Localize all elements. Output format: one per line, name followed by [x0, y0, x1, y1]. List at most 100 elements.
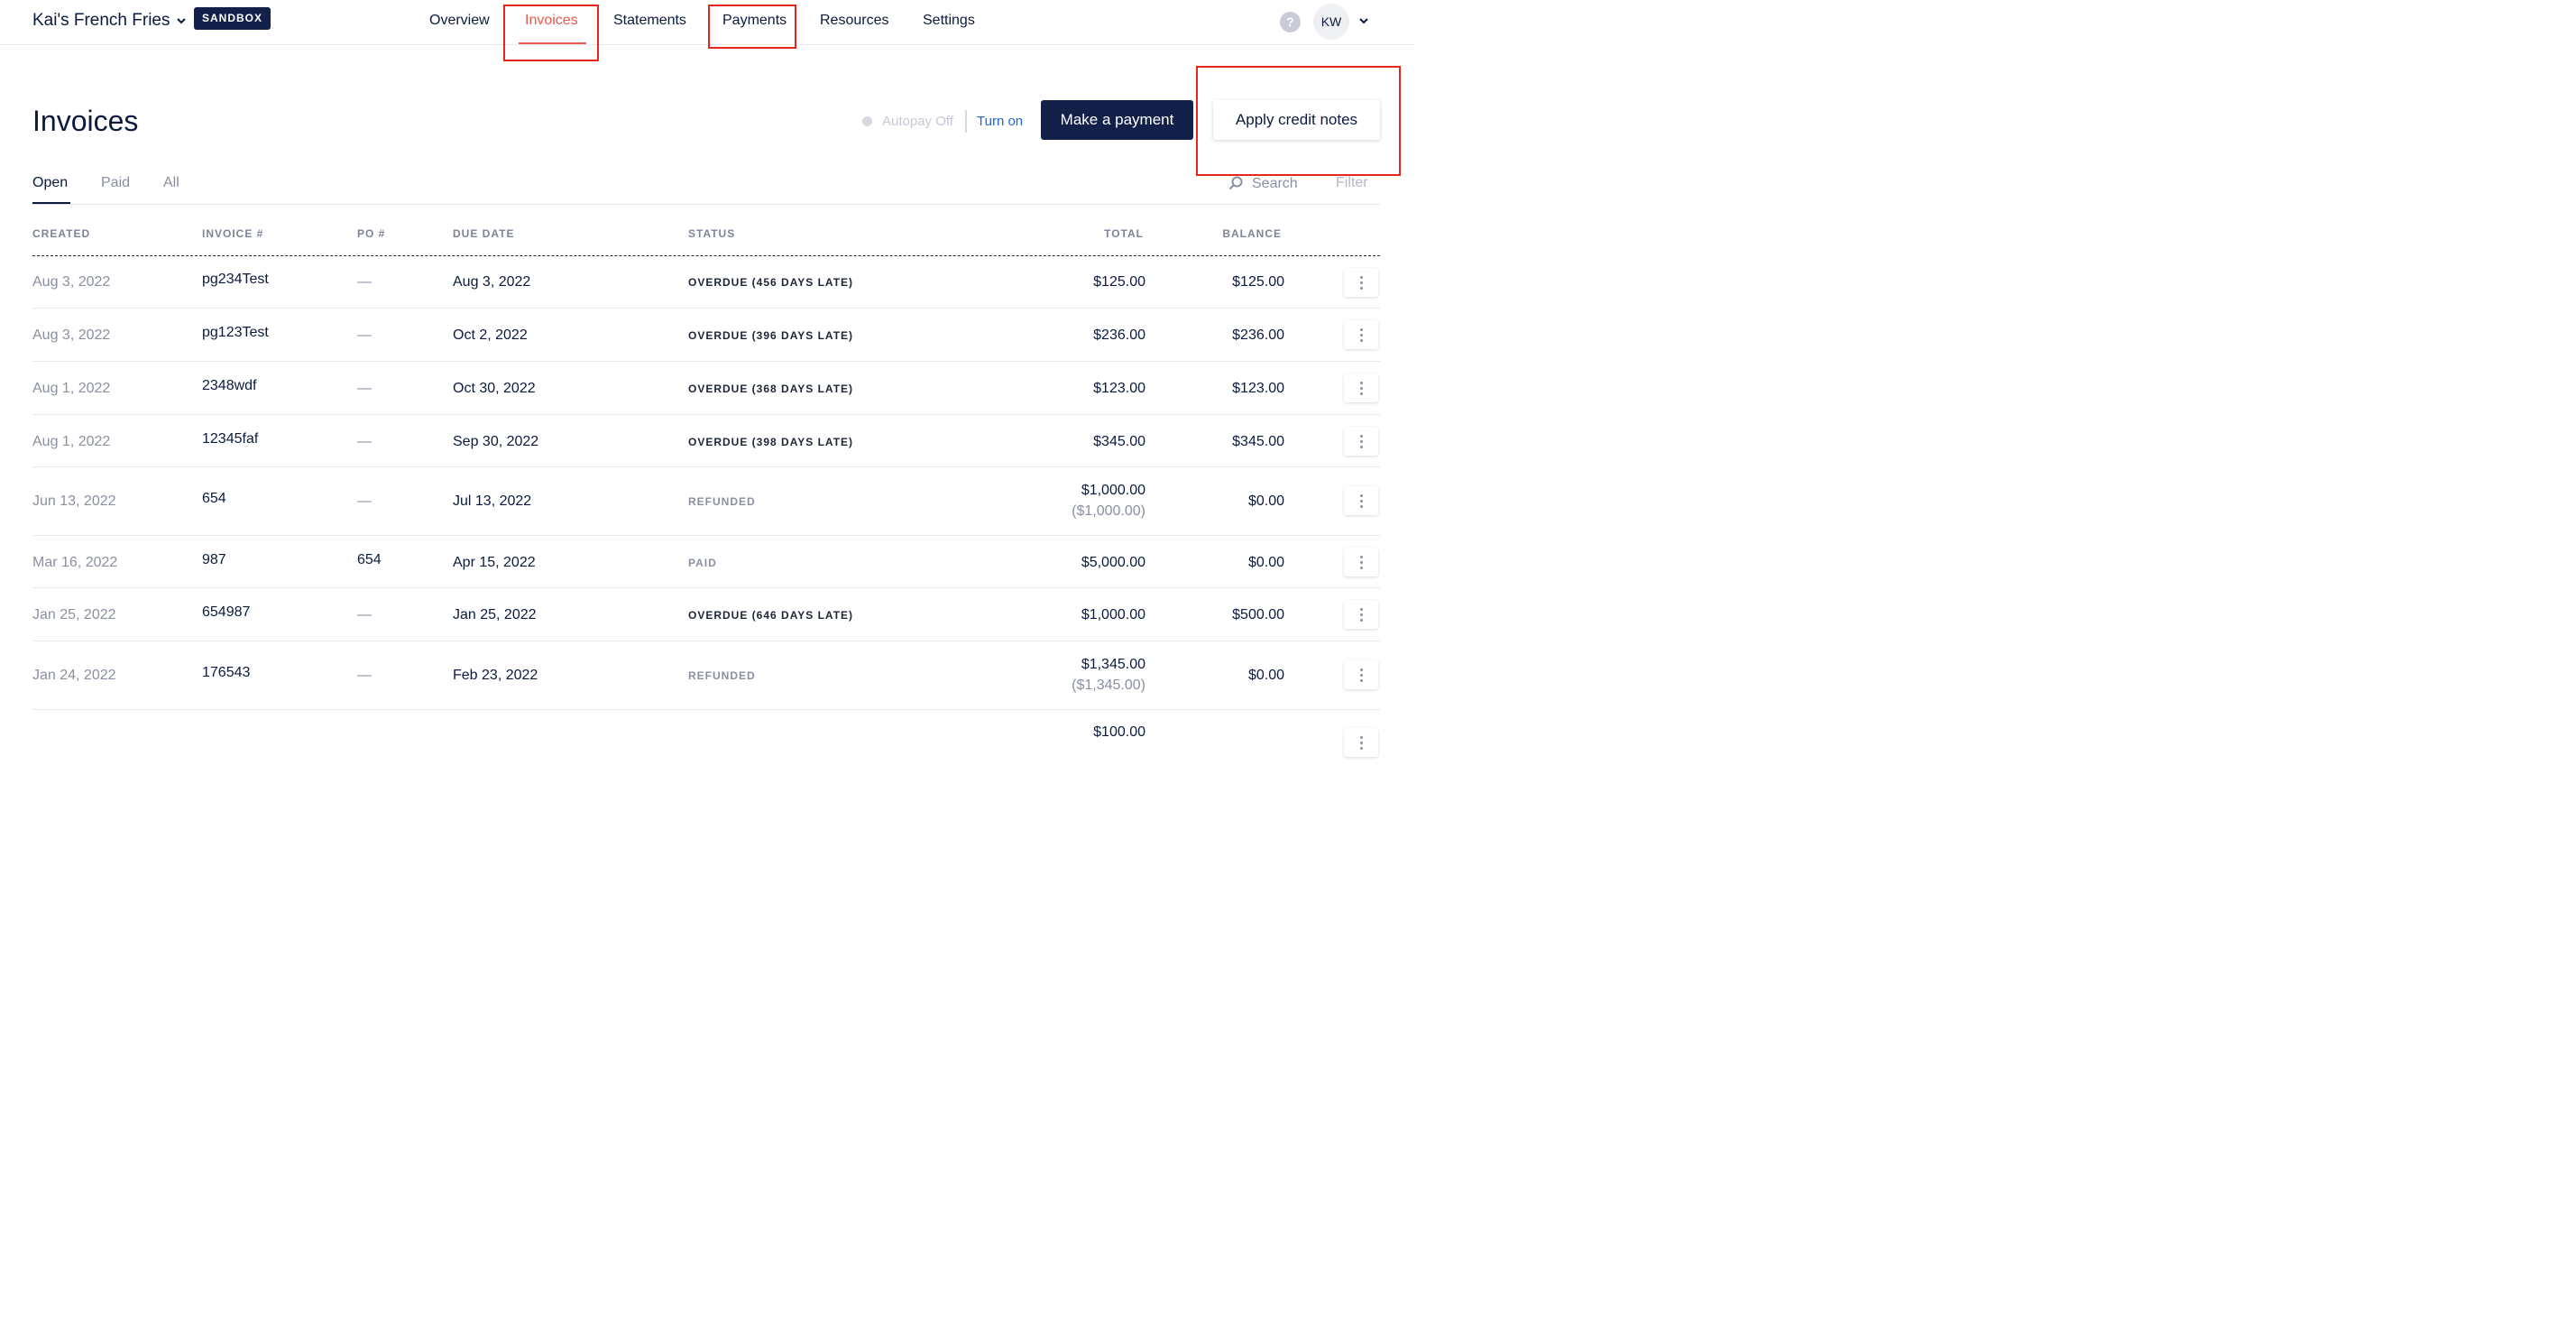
cell-due-date: Apr 15, 2022 — [453, 555, 536, 570]
cell-invoice-number[interactable]: 12345faf — [202, 431, 258, 447]
top-nav: Kai's French Fries SANDBOX Overview Invo… — [0, 0, 1414, 45]
cell-created: Mar 16, 2022 — [32, 555, 118, 570]
cell-due-date: Oct 30, 2022 — [453, 381, 536, 396]
table-row[interactable]: Jan 25, 2022 654987 — Jan 25, 2022 OVERD… — [32, 588, 1380, 641]
status-badge: REFUNDED — [688, 495, 756, 508]
status-badge: PAID — [688, 557, 717, 569]
table-row[interactable]: Aug 3, 2022 pg234Test — Aug 3, 2022 OVER… — [32, 256, 1380, 309]
help-icon[interactable]: ? — [1280, 12, 1301, 32]
table-row[interactable]: Aug 3, 2022 pg123Test — Oct 2, 2022 OVER… — [32, 309, 1380, 362]
tabs-divider — [32, 204, 1380, 205]
cell-total: $1,000.00 — [1081, 483, 1145, 498]
cell-due-date: Sep 30, 2022 — [453, 434, 539, 449]
page-title: Invoices — [32, 105, 139, 137]
turn-on-autopay-link[interactable]: Turn on — [977, 114, 1023, 129]
cell-due-date: Oct 2, 2022 — [453, 327, 528, 343]
cell-total: $5,000.00 — [1081, 555, 1145, 570]
cell-created: Aug 1, 2022 — [32, 434, 111, 449]
row-menu-button[interactable] — [1344, 320, 1378, 349]
autopay-status-dot — [862, 116, 872, 126]
company-switcher[interactable]: Kai's French Fries — [32, 11, 187, 31]
cell-created: Jan 24, 2022 — [32, 668, 116, 683]
nav-statements[interactable]: Statements — [613, 13, 686, 29]
cell-created: Aug 1, 2022 — [32, 381, 111, 396]
cell-due-date: Jul 13, 2022 — [453, 493, 532, 509]
column-header-balance: BALANCE — [1222, 227, 1282, 240]
cell-invoice-number[interactable]: 176543 — [202, 665, 250, 681]
nav-settings[interactable]: Settings — [923, 13, 975, 29]
cell-balance: $125.00 — [1232, 274, 1284, 290]
row-menu-button[interactable] — [1344, 728, 1378, 757]
sandbox-badge: SANDBOX — [194, 7, 271, 30]
cell-balance: $123.00 — [1232, 381, 1284, 396]
table-row[interactable]: Aug 1, 2022 2348wdf — Oct 30, 2022 OVERD… — [32, 362, 1380, 415]
cell-total-refund: ($1,345.00) — [1072, 678, 1145, 693]
cell-invoice-number[interactable]: 654 — [202, 491, 226, 507]
autopay-status: Autopay Off — [882, 114, 953, 129]
cell-due-date: Feb 23, 2022 — [453, 668, 538, 683]
cell-total-refund: ($1,000.00) — [1072, 503, 1145, 519]
divider — [965, 110, 967, 133]
avatar[interactable]: KW — [1313, 4, 1349, 40]
tab-open[interactable]: Open — [32, 175, 68, 191]
cell-invoice-number[interactable]: pg123Test — [202, 325, 269, 341]
table-row[interactable]: Aug 1, 2022 12345faf — Sep 30, 2022 OVER… — [32, 415, 1380, 467]
column-header-invoice: INVOICE # — [202, 227, 264, 240]
table-row[interactable]: Jun 13, 2022 654 — Jul 13, 2022 REFUNDED… — [32, 467, 1380, 536]
cell-po: — — [357, 668, 372, 683]
row-menu-button[interactable] — [1344, 548, 1378, 576]
cell-total: $236.00 — [1093, 327, 1145, 343]
cell-total: $1,345.00 — [1081, 657, 1145, 672]
status-badge: OVERDUE (398 DAYS LATE) — [688, 436, 854, 448]
row-menu-button[interactable] — [1344, 486, 1378, 515]
row-menu-button[interactable] — [1344, 373, 1378, 402]
cell-total: $125.00 — [1093, 274, 1145, 290]
cell-invoice-number[interactable]: 2348wdf — [202, 378, 257, 394]
cell-total: $345.00 — [1093, 434, 1145, 449]
tab-paid[interactable]: Paid — [101, 175, 130, 191]
cell-created: Aug 3, 2022 — [32, 274, 111, 290]
cell-balance: $0.00 — [1247, 668, 1284, 683]
column-header-total: TOTAL — [1104, 227, 1144, 240]
cell-balance: $0.00 — [1247, 493, 1284, 509]
cell-po: — — [357, 381, 372, 396]
cell-due-date: Jan 25, 2022 — [453, 607, 537, 622]
cell-po: — — [357, 327, 372, 343]
row-menu-button[interactable] — [1344, 268, 1378, 297]
cell-created: Jun 13, 2022 — [32, 493, 116, 509]
cell-invoice-number[interactable]: 987 — [202, 552, 226, 568]
table-row[interactable]: Mar 16, 2022 987 654 Apr 15, 2022 PAID $… — [32, 536, 1380, 588]
cell-po: 654 — [357, 552, 382, 567]
cell-balance: $236.00 — [1232, 327, 1284, 343]
highlight-invoices-box — [503, 5, 599, 61]
column-header-status: STATUS — [688, 227, 736, 240]
column-header-po: PO # — [357, 227, 386, 240]
nav-resources[interactable]: Resources — [820, 13, 888, 29]
tab-all[interactable]: All — [163, 175, 179, 191]
search-input[interactable]: Search — [1252, 176, 1298, 192]
row-menu-button[interactable] — [1344, 427, 1378, 456]
status-badge: OVERDUE (646 DAYS LATE) — [688, 609, 854, 622]
status-badge: REFUNDED — [688, 669, 756, 682]
cell-po: — — [357, 434, 372, 449]
table-row[interactable]: Jan 24, 2022 176543 — Feb 23, 2022 REFUN… — [32, 641, 1380, 710]
column-header-created: CREATED — [32, 227, 91, 240]
make-payment-button[interactable]: Make a payment — [1041, 100, 1193, 140]
apply-credit-notes-button[interactable]: Apply credit notes — [1213, 100, 1380, 140]
filter-button[interactable]: Filter — [1336, 175, 1368, 191]
status-badge: OVERDUE (396 DAYS LATE) — [688, 329, 854, 342]
cell-invoice-number[interactable]: pg234Test — [202, 272, 269, 288]
row-menu-button[interactable] — [1344, 600, 1378, 629]
nav-overview[interactable]: Overview — [429, 13, 490, 29]
cell-total: $1,000.00 — [1081, 607, 1145, 622]
user-menu-chevron-icon[interactable] — [1358, 15, 1369, 26]
cell-balance: $345.00 — [1232, 434, 1284, 449]
status-badge: OVERDUE (368 DAYS LATE) — [688, 383, 854, 395]
cell-total: $100.00 — [1093, 724, 1145, 740]
row-menu-button[interactable] — [1344, 660, 1378, 689]
cell-created: Aug 3, 2022 — [32, 327, 111, 343]
search-icon[interactable] — [1228, 176, 1243, 190]
table-row[interactable]: $100.00 — [32, 710, 1380, 757]
cell-invoice-number[interactable]: 654987 — [202, 604, 250, 621]
highlight-payments-box — [708, 5, 796, 49]
